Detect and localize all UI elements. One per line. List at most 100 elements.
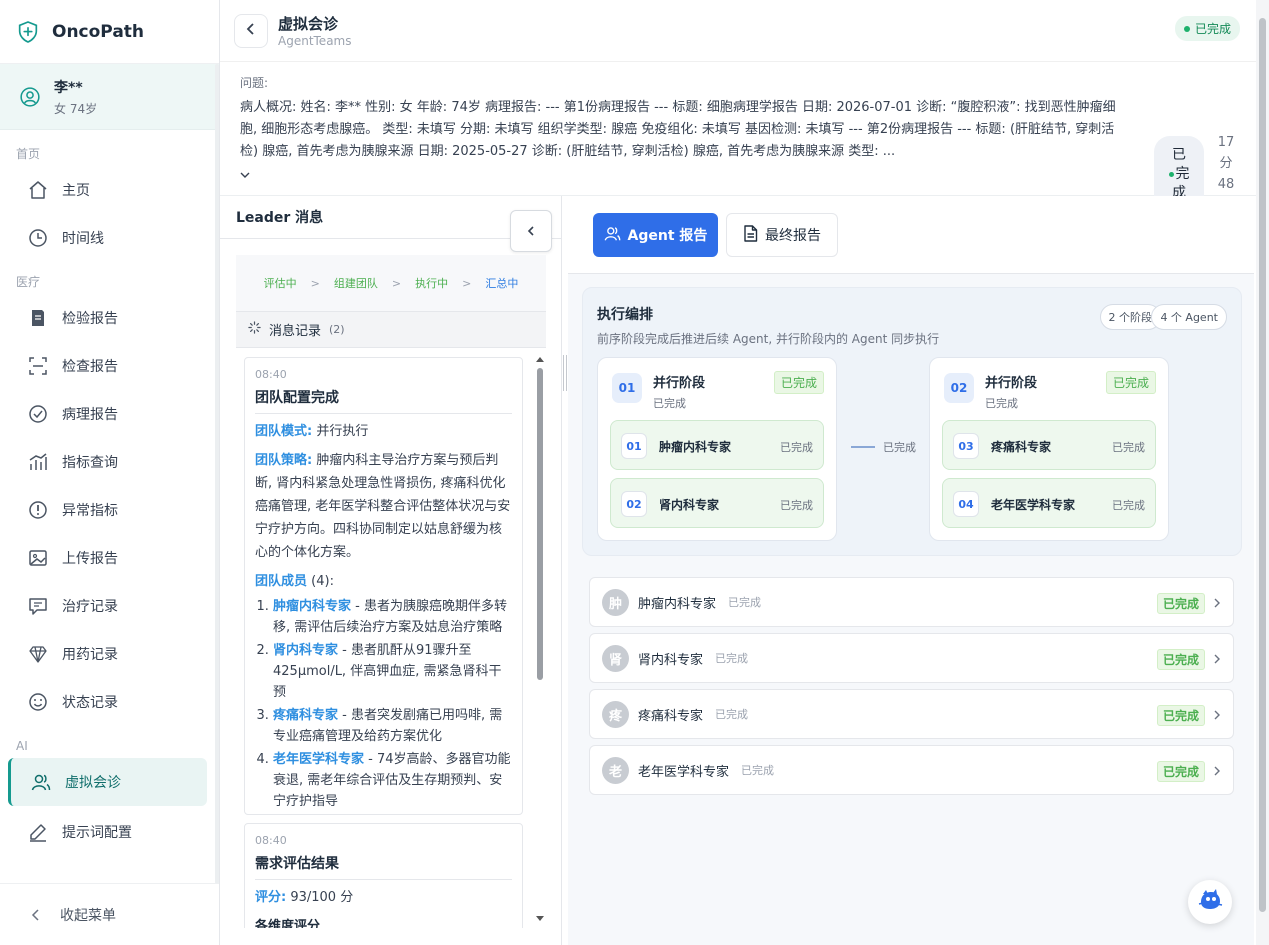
agent-report-name: 疼痛科专家 [638,708,704,724]
agent-report-name: 老年医学科专家 [638,764,730,780]
agent-report-name: 肿瘤内科专家 [638,596,717,612]
sidebar-item-exam-reports[interactable]: 检查报告 [0,342,219,390]
sidebar-item-label: 状态记录 [62,695,118,711]
message-list[interactable]: 08:40 团队配置完成 团队模式: 并行执行 团队策略: 肿瘤内科主导治疗方案… [236,348,546,928]
tab-final-report[interactable]: 最终报告 [726,213,838,257]
sidebar-item-home[interactable]: 主页 [0,166,219,214]
stage-status: 已完成 [653,397,686,410]
tab-agent-report[interactable]: Agent 报告 [593,213,718,257]
page-scrollbar-thumb[interactable] [1259,18,1266,912]
agent-report-row[interactable]: 肾 肾内科专家 已完成 已完成 [589,633,1234,683]
expand-toggle[interactable] [240,164,250,183]
tab-final-report-label: 最终报告 [765,228,821,244]
smile-icon [28,692,48,712]
team-members-line: 团队成员 (4): [255,570,512,593]
app-root: OncoPath 李** 女 74岁 首页 主页 时间线 医疗 检验报告 检查报… [0,0,1269,945]
sidebar-item-treatment-records[interactable]: 治疗记录 [0,582,219,630]
status-char: 已 [1172,146,1186,163]
patient-name: 李** [54,79,83,96]
sidebar-item-label: 提示词配置 [62,825,132,841]
brand[interactable]: OncoPath [0,0,219,64]
team-member-item: 疼痛科专家 - 患者突发剧痛已用吗啡, 需专业癌痛管理及给药方案优化 [273,705,512,747]
message-scrollbar[interactable] [536,356,544,921]
team-strategy-line: 团队策略: 肿瘤内科主导治疗方案与预后判断, 肾内科紧急处理急性肾损伤, 疼痛科… [255,449,512,564]
assistant-fab-button[interactable] [1188,880,1232,924]
connector-label: 已完成 [883,441,916,454]
sidebar-item-prompt-config[interactable]: 提示词配置 [0,808,219,856]
agent-name: 肾内科专家 [659,498,720,512]
patient-info: 女 74岁 [54,101,98,116]
team-members-list: 肿瘤内科专家 - 患者为胰腺癌晚期伴多转移, 需评估后续治疗方案及姑息治疗策略 … [273,596,512,812]
member-name[interactable]: 肾内科专家 [273,643,338,658]
agent-report-row[interactable]: 疼 疼痛科专家 已完成 已完成 [589,689,1234,739]
agent-report-row[interactable]: 老 老年医学科专家 已完成 已完成 [589,745,1234,795]
sidebar-item-indicator-query[interactable]: 指标查询 [0,438,219,486]
agent-name: 肿瘤内科专家 [659,440,732,454]
agent-status: 已完成 [1112,441,1145,454]
sidebar-item-status-records[interactable]: 状态记录 [0,678,219,726]
stage-number: 02 [944,373,974,403]
stage-agent[interactable]: 04 老年医学科专家 已完成 [942,478,1156,528]
flask-icon [28,308,48,328]
sidebar-scrollbar[interactable] [215,64,219,884]
question-label: 问题: [240,76,269,90]
patient-card[interactable]: 李** 女 74岁 [0,64,219,130]
agent-report-status: 已完成 [728,596,762,609]
shield-plus-icon [18,20,38,43]
sidebar-item-medication-records[interactable]: 用药记录 [0,630,219,678]
agent-report-badge: 已完成 [1156,593,1205,614]
spinner-icon [248,321,261,338]
agent-report-status: 已完成 [715,652,749,665]
status-dot [1168,171,1174,177]
stage-card: 02 并行阶段 已完成 已完成 03 疼痛科专家 已完成 04 老年医学科专家 … [929,357,1169,541]
agent-report-row[interactable]: 肿 肿瘤内科专家 已完成 已完成 [589,577,1234,627]
agent-avatar: 肿 [602,588,629,616]
message-title: 需求评估结果 [255,853,512,880]
brand-name: OncoPath [52,21,145,42]
agent-name: 老年医学科专家 [991,498,1076,512]
sidebar-item-label: 病理报告 [62,407,118,423]
stage-agent[interactable]: 01 肿瘤内科专家 已完成 [610,420,824,470]
page-scrollbar[interactable] [1256,0,1269,945]
agent-name: 疼痛科专家 [991,440,1052,454]
page-subtitle: AgentTeams [278,34,352,48]
team-member-item: 肾内科专家 - 患者肌酐从91骤升至425μmol/L, 伴高钾血症, 需紧急肾… [273,640,512,703]
sidebar-item-abnormal-indicators[interactable]: 异常指标 [0,486,219,534]
member-name[interactable]: 疼痛科专家 [273,708,338,723]
stage-agent[interactable]: 03 疼痛科专家 已完成 [942,420,1156,470]
message-log-count: (2) [329,323,345,336]
leader-panel: Leader 消息 评估中 > 组建团队 > 执行中 > 汇总中 消息记录 (2… [220,196,562,945]
sidebar-item-timeline[interactable]: 时间线 [0,214,219,262]
stage-card: 01 并行阶段 已完成 已完成 01 肿瘤内科专家 已完成 02 肾内科专家 已… [597,357,837,541]
orchestration-card: 执行编排 前序阶段完成后推进后续 Agent, 并行阶段内的 Agent 同步执… [582,287,1242,556]
stage-badge: 已完成 [1105,371,1156,394]
sidebar-item-label: 治疗记录 [62,599,118,615]
collapse-leader-button[interactable] [510,210,552,252]
agent-report-badge: 已完成 [1156,705,1205,726]
member-name[interactable]: 老年医学科专家 [273,752,364,767]
step-executing: 执行中 [415,277,449,290]
message-card: 08:40 需求评估结果 评分: 93/100 分 各维度评分 [244,823,523,928]
sidebar-item-pathology-reports[interactable]: 病理报告 [0,390,219,438]
step-team-building: 组建团队 [333,277,378,290]
member-name[interactable]: 肿瘤内科专家 [273,599,351,614]
chevron-left-icon [525,222,537,241]
stage-agent[interactable]: 02 肾内科专家 已完成 [610,478,824,528]
message-log-label: 消息记录 [269,324,322,339]
collapse-menu-button[interactable]: 收起菜单 [0,883,219,945]
sidebar-item-upload-report[interactable]: 上传报告 [0,534,219,582]
gem-icon [28,644,48,664]
sidebar-item-lab-reports[interactable]: 检验报告 [0,294,219,342]
chart-icon [28,452,48,472]
chevron-down-icon [240,164,250,183]
score-line: 评分: 93/100 分 [255,886,512,909]
chevron-right-icon [1213,594,1221,613]
back-button[interactable] [234,13,268,48]
scan-icon [28,356,48,376]
sidebar-item-virtual-consultation[interactable]: 虚拟会诊 [8,758,207,806]
status-char-row: 完 [1168,165,1190,184]
agent-number: 03 [953,433,979,459]
team-mode-key: 团队模式: [255,424,313,439]
sidebar-item-label: 虚拟会诊 [65,775,121,791]
stage-name: 并行阶段 [653,376,706,391]
